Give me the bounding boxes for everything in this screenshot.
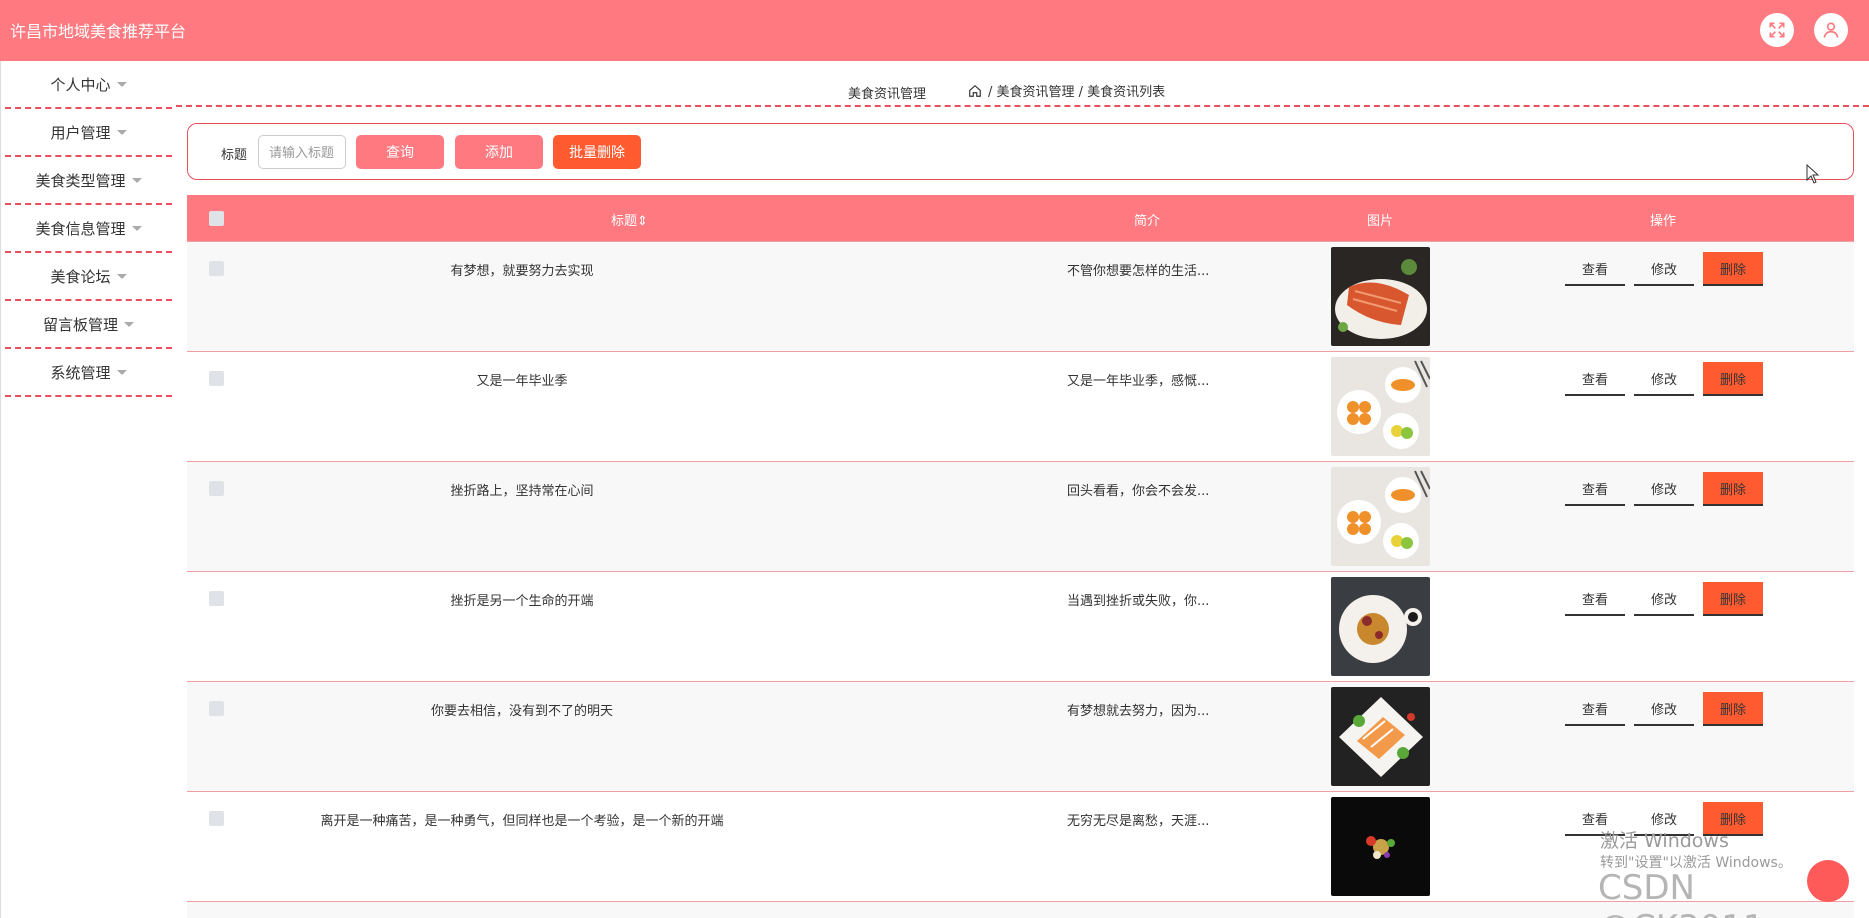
table-row: 挫折是另一个生命的开端 当遇到挫折或失败，你... 查看 修改 删除 — [187, 571, 1854, 681]
row-checkbox[interactable] — [209, 811, 224, 826]
chevron-down-icon — [116, 129, 127, 135]
view-button[interactable]: 查看 — [1565, 472, 1625, 506]
sidebar: 个人中心 用户管理 美食类型管理 美食信息管理 美食论坛 留言板管理 系统管理 — [0, 61, 176, 918]
row-checkbox[interactable] — [209, 371, 224, 386]
sidebar-item-food-info-management[interactable]: 美食信息管理 — [5, 205, 172, 253]
delete-button[interactable]: 删除 — [1703, 472, 1763, 506]
row-title: 离开是一种痛苦，是一种勇气，但同样也是一个考验，是一个新的开端 — [320, 814, 724, 829]
row-image-thumbnail — [1331, 357, 1430, 456]
salmon-platter-icon — [1331, 687, 1430, 786]
edit-button[interactable]: 修改 — [1634, 252, 1694, 286]
edit-button[interactable]: 修改 — [1634, 472, 1694, 506]
column-title-header[interactable]: 标题⇕ — [611, 210, 648, 229]
view-button[interactable]: 查看 — [1565, 692, 1625, 726]
row-image-thumbnail — [1331, 687, 1430, 786]
chevron-down-icon — [116, 369, 127, 375]
csdn-watermark: CSDN @CK3011 — [1598, 868, 1765, 918]
row-checkbox[interactable] — [209, 591, 224, 606]
sidebar-item-message-board[interactable]: 留言板管理 — [5, 301, 172, 349]
orange-plates-icon — [1331, 467, 1430, 566]
orange-plates-icon — [1331, 357, 1430, 456]
chevron-down-icon — [131, 177, 142, 183]
row-title: 挫折路上，坚持常在心间 — [450, 484, 594, 499]
user-avatar-button[interactable] — [1814, 13, 1848, 47]
column-image-header: 图片 — [1367, 214, 1394, 229]
salmon-dish-icon — [1331, 247, 1430, 346]
row-title: 又是一年毕业季 — [476, 374, 568, 389]
chevron-down-icon — [124, 321, 134, 327]
row-image-thumbnail — [1331, 467, 1430, 566]
row-image-thumbnail — [1331, 247, 1430, 346]
delete-button[interactable]: 删除 — [1703, 252, 1763, 286]
page-title: 美食资讯管理 — [848, 87, 927, 102]
news-table: 标题⇕ 简介 图片 操作 有梦想，就要努力去实现 不管你想要怎样的生活... 查… — [187, 195, 1854, 918]
row-intro: 无穷无尽是离愁，天涯... — [1067, 814, 1210, 829]
search-label: 标题 — [221, 148, 248, 163]
table-header: 标题⇕ 简介 图片 操作 — [187, 195, 1854, 241]
dark-dish-icon — [1331, 797, 1430, 896]
row-checkbox[interactable] — [209, 261, 224, 276]
row-intro: 当遇到挫折或失败，你... — [1067, 594, 1210, 609]
waffle-dessert-icon — [1331, 577, 1430, 676]
delete-button[interactable]: 删除 — [1703, 582, 1763, 616]
title-search-input[interactable] — [258, 135, 346, 169]
batch-delete-button[interactable]: 批量删除 — [553, 135, 641, 169]
fullscreen-icon — [1769, 22, 1785, 38]
table-row: 挫折路上，坚持常在心间 回头看看，你会不会发... 查看 修改 删除 — [187, 461, 1854, 571]
column-actions-header: 操作 — [1650, 214, 1677, 229]
row-intro: 又是一年毕业季，感慨... — [1067, 374, 1210, 389]
view-button[interactable]: 查看 — [1565, 252, 1625, 286]
edit-button[interactable]: 修改 — [1634, 582, 1694, 616]
sidebar-item-food-type-management[interactable]: 美食类型管理 — [5, 157, 172, 205]
row-intro: 不管你想要怎样的生活... — [1067, 264, 1210, 279]
edit-button[interactable]: 修改 — [1634, 362, 1694, 396]
search-panel: 标题 查询 添加 批量删除 — [187, 123, 1854, 180]
row-intro: 有梦想就去努力，因为... — [1067, 704, 1210, 719]
user-icon — [1823, 22, 1839, 38]
fullscreen-button[interactable] — [1760, 13, 1794, 47]
delete-button[interactable]: 删除 — [1703, 692, 1763, 726]
app-title: 许昌市地域美食推荐平台 — [10, 22, 187, 41]
row-image-thumbnail — [1331, 797, 1430, 896]
windows-activation-watermark: 激活 Windows — [1600, 830, 1729, 852]
home-icon[interactable] — [968, 84, 982, 98]
breadcrumb-path: / 美食资讯管理 / 美食资讯列表 — [968, 81, 1165, 100]
delete-button[interactable]: 删除 — [1703, 362, 1763, 396]
sort-icon[interactable]: ⇕ — [637, 214, 648, 229]
edit-button[interactable]: 修改 — [1634, 692, 1694, 726]
row-image-thumbnail — [1331, 577, 1430, 676]
sidebar-item-food-forum[interactable]: 美食论坛 — [5, 253, 172, 301]
table-row: 有梦想，就要努力去实现 不管你想要怎样的生活... 查看 修改 删除 — [187, 241, 1854, 351]
mouse-cursor-icon — [1806, 164, 1820, 184]
sidebar-item-user-management[interactable]: 用户管理 — [5, 109, 172, 157]
add-button[interactable]: 添加 — [455, 135, 543, 169]
query-button[interactable]: 查询 — [356, 135, 444, 169]
table-row: 你要去相信，没有到不了的明天 有梦想就去努力，因为... 查看 修改 删除 — [187, 681, 1854, 791]
row-intro: 回头看看，你会不会发... — [1067, 484, 1210, 499]
top-header: 许昌市地域美食推荐平台 — [0, 0, 1869, 61]
chevron-down-icon — [116, 273, 127, 279]
breadcrumb: 美食资讯管理 / 美食资讯管理 / 美食资讯列表 — [176, 61, 1869, 107]
row-checkbox[interactable] — [209, 701, 224, 716]
row-title: 挫折是另一个生命的开端 — [450, 594, 594, 609]
view-button[interactable]: 查看 — [1565, 582, 1625, 616]
row-title: 你要去相信，没有到不了的明天 — [430, 704, 613, 719]
chevron-down-icon — [131, 225, 142, 231]
sidebar-item-personal-center[interactable]: 个人中心 — [5, 61, 172, 109]
table-row: 又是一年毕业季 又是一年毕业季，感慨... 查看 修改 删除 — [187, 351, 1854, 461]
select-all-checkbox[interactable] — [209, 211, 224, 226]
row-checkbox[interactable] — [209, 481, 224, 496]
view-button[interactable]: 查看 — [1565, 362, 1625, 396]
row-title: 有梦想，就要努力去实现 — [450, 264, 594, 279]
breadcrumb-links[interactable]: / 美食资讯管理 / 美食资讯列表 — [988, 81, 1165, 100]
column-intro-header: 简介 — [1134, 214, 1161, 229]
chevron-down-icon — [116, 81, 127, 87]
sidebar-item-system-management[interactable]: 系统管理 — [5, 349, 172, 397]
